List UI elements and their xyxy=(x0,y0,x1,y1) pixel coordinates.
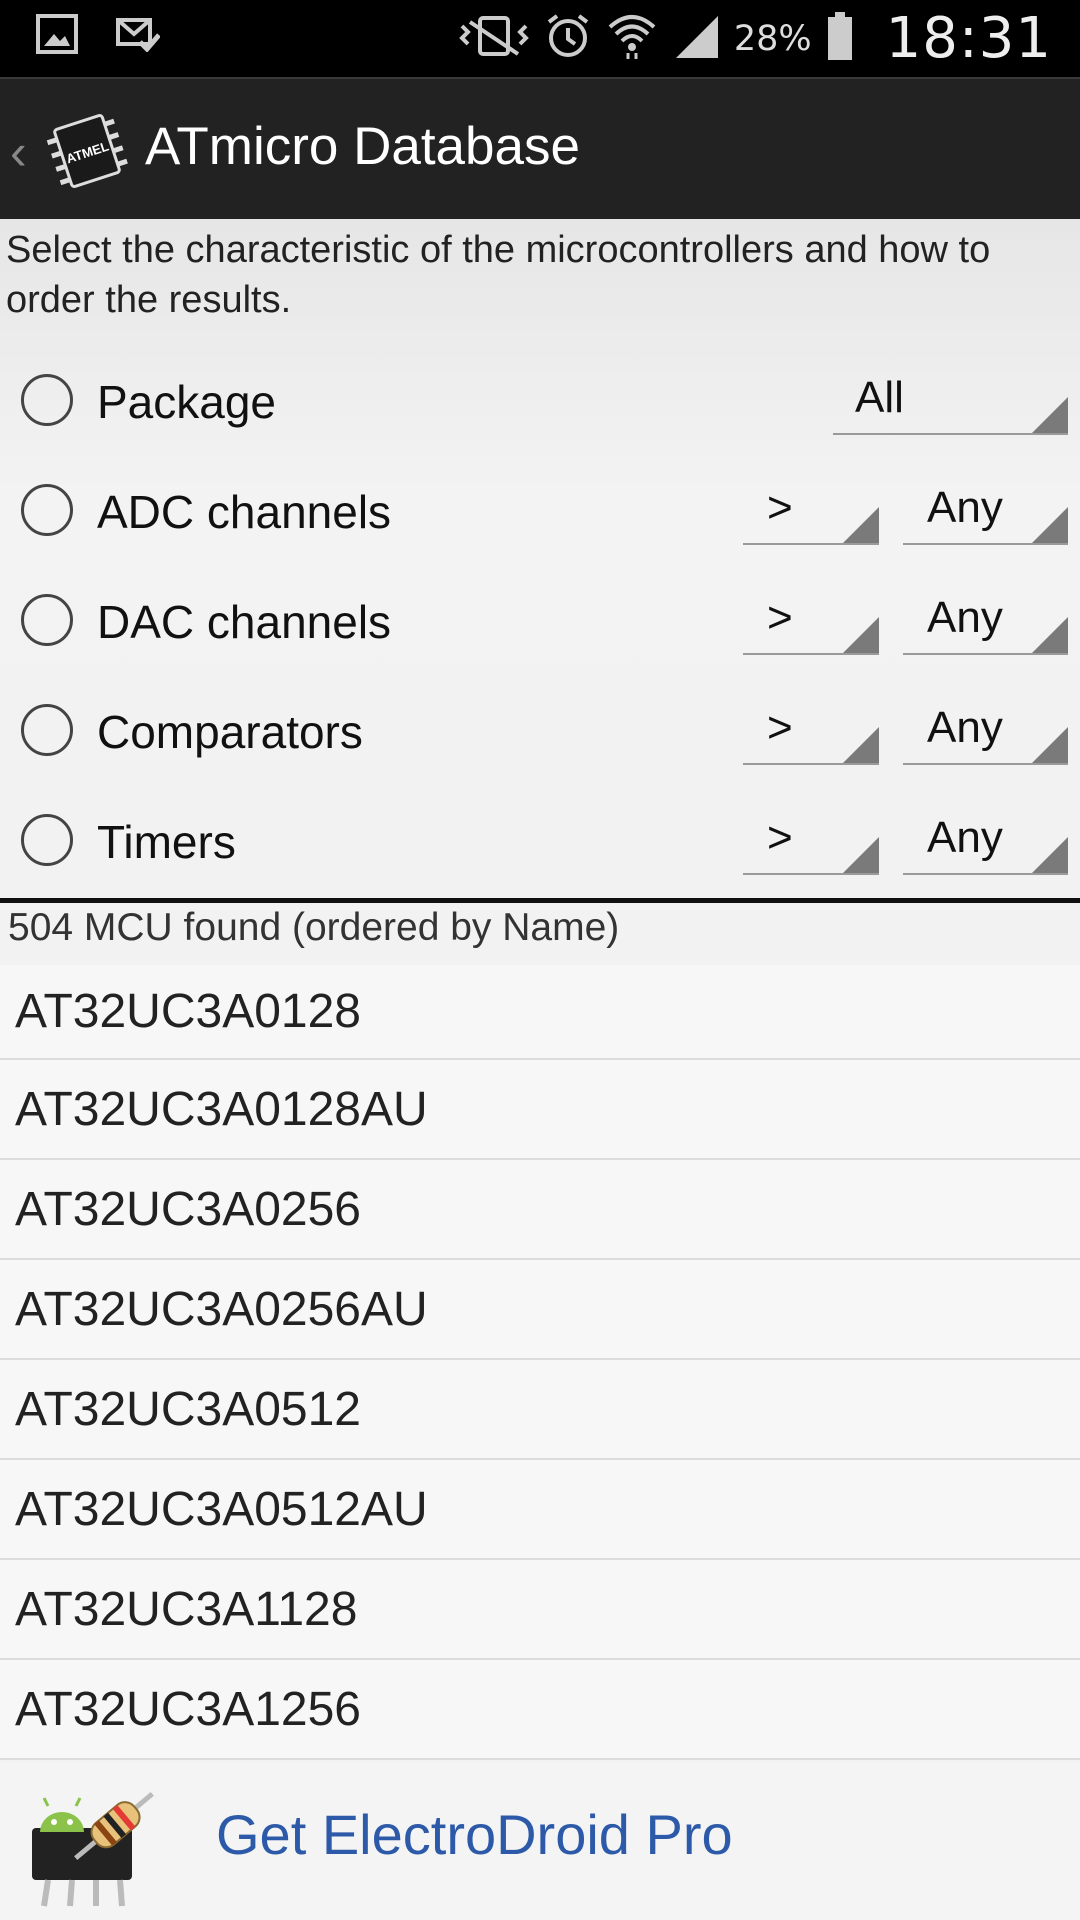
comparators-value-spinner[interactable]: Any xyxy=(903,703,1068,765)
list-item[interactable]: AT32UC3A0256 xyxy=(0,1160,1080,1260)
timers-radio[interactable] xyxy=(21,814,73,866)
alarm-icon xyxy=(544,12,592,65)
dac-operator-spinner[interactable]: > xyxy=(743,593,879,655)
comparators-label: Comparators xyxy=(97,706,363,758)
back-chevron-icon[interactable]: ‹ xyxy=(10,123,27,181)
list-item[interactable]: AT32UC3A0512 xyxy=(0,1360,1080,1460)
package-value-spinner[interactable]: All xyxy=(833,373,1068,435)
results-count: 504 MCU found (ordered by Name) xyxy=(8,906,620,949)
dac-value: Any xyxy=(927,593,1003,642)
app-title: ATmicro Database xyxy=(145,117,580,176)
list-item[interactable]: AT32UC3A1128 xyxy=(0,1560,1080,1660)
battery-percent: 28% xyxy=(733,18,812,59)
battery-icon xyxy=(826,11,854,66)
adc-label: ADC channels xyxy=(97,486,392,538)
timers-operator: > xyxy=(767,813,793,862)
adc-value-spinner[interactable]: Any xyxy=(903,483,1068,545)
clock: 18:31 xyxy=(885,6,1052,71)
dropdown-arrow-icon xyxy=(843,837,879,873)
dac-operator: > xyxy=(767,593,793,642)
adc-value: Any xyxy=(927,483,1003,532)
comparators-radio[interactable] xyxy=(21,704,73,756)
package-value: All xyxy=(855,373,904,422)
timers-label: Timers xyxy=(97,816,236,868)
dropdown-arrow-icon xyxy=(1032,837,1068,873)
mcu-list: AT32UC3A0128 AT32UC3A0128AU AT32UC3A0256… xyxy=(0,965,1080,1760)
status-bar: 28% 18:31 xyxy=(0,0,1080,77)
mail-done-icon xyxy=(116,16,161,57)
comparators-operator-spinner[interactable]: > xyxy=(743,703,879,765)
signal-icon xyxy=(672,12,720,65)
dropdown-arrow-icon xyxy=(843,507,879,543)
dropdown-arrow-icon xyxy=(1032,397,1068,433)
adc-radio[interactable] xyxy=(21,484,73,536)
dac-label: DAC channels xyxy=(97,596,392,648)
instructions-text: Select the characteristic of the microco… xyxy=(6,229,991,321)
timers-value-spinner[interactable]: Any xyxy=(903,813,1068,875)
filter-row-package: Package All xyxy=(0,345,1080,455)
list-item[interactable]: AT32UC3A0256AU xyxy=(0,1260,1080,1360)
wifi-icon xyxy=(606,11,658,66)
electrodroid-icon xyxy=(24,1776,164,1910)
dropdown-arrow-icon xyxy=(843,617,879,653)
list-item[interactable]: AT32UC3A0512AU xyxy=(0,1460,1080,1560)
vibrate-icon xyxy=(458,14,530,63)
section-divider xyxy=(0,898,1080,903)
list-item[interactable]: AT32UC3A0128 xyxy=(0,965,1080,1060)
list-item[interactable]: AT32UC3A0128AU xyxy=(0,1060,1080,1160)
timers-value: Any xyxy=(927,813,1003,862)
package-radio[interactable] xyxy=(21,374,73,426)
dropdown-arrow-icon xyxy=(1032,617,1068,653)
app-bar: ‹ ATMEL ATmicro Database xyxy=(0,77,1080,219)
filter-row-adc: ADC channels > Any xyxy=(0,455,1080,565)
dropdown-arrow-icon xyxy=(1032,727,1068,763)
adc-operator-spinner[interactable]: > xyxy=(743,483,879,545)
adc-operator: > xyxy=(767,483,793,532)
comparators-value: Any xyxy=(927,703,1003,752)
filter-row-dac: DAC channels > Any xyxy=(0,565,1080,675)
dropdown-arrow-icon xyxy=(843,727,879,763)
get-pro-link[interactable]: Get ElectroDroid Pro xyxy=(216,1802,733,1867)
dac-value-spinner[interactable]: Any xyxy=(903,593,1068,655)
dropdown-arrow-icon xyxy=(1032,507,1068,543)
dac-radio[interactable] xyxy=(21,594,73,646)
list-item[interactable]: AT32UC3A1256 xyxy=(0,1660,1080,1760)
package-label: Package xyxy=(97,376,277,428)
atmel-chip-logo-icon[interactable]: ATMEL xyxy=(44,105,130,197)
promo-banner[interactable]: Get ElectroDroid Pro xyxy=(0,1762,1080,1920)
timers-operator-spinner[interactable]: > xyxy=(743,813,879,875)
gallery-icon xyxy=(36,14,78,59)
comparators-operator: > xyxy=(767,703,793,752)
filter-row-comparators: Comparators > Any xyxy=(0,675,1080,785)
filter-row-timers: Timers > Any xyxy=(0,785,1080,895)
